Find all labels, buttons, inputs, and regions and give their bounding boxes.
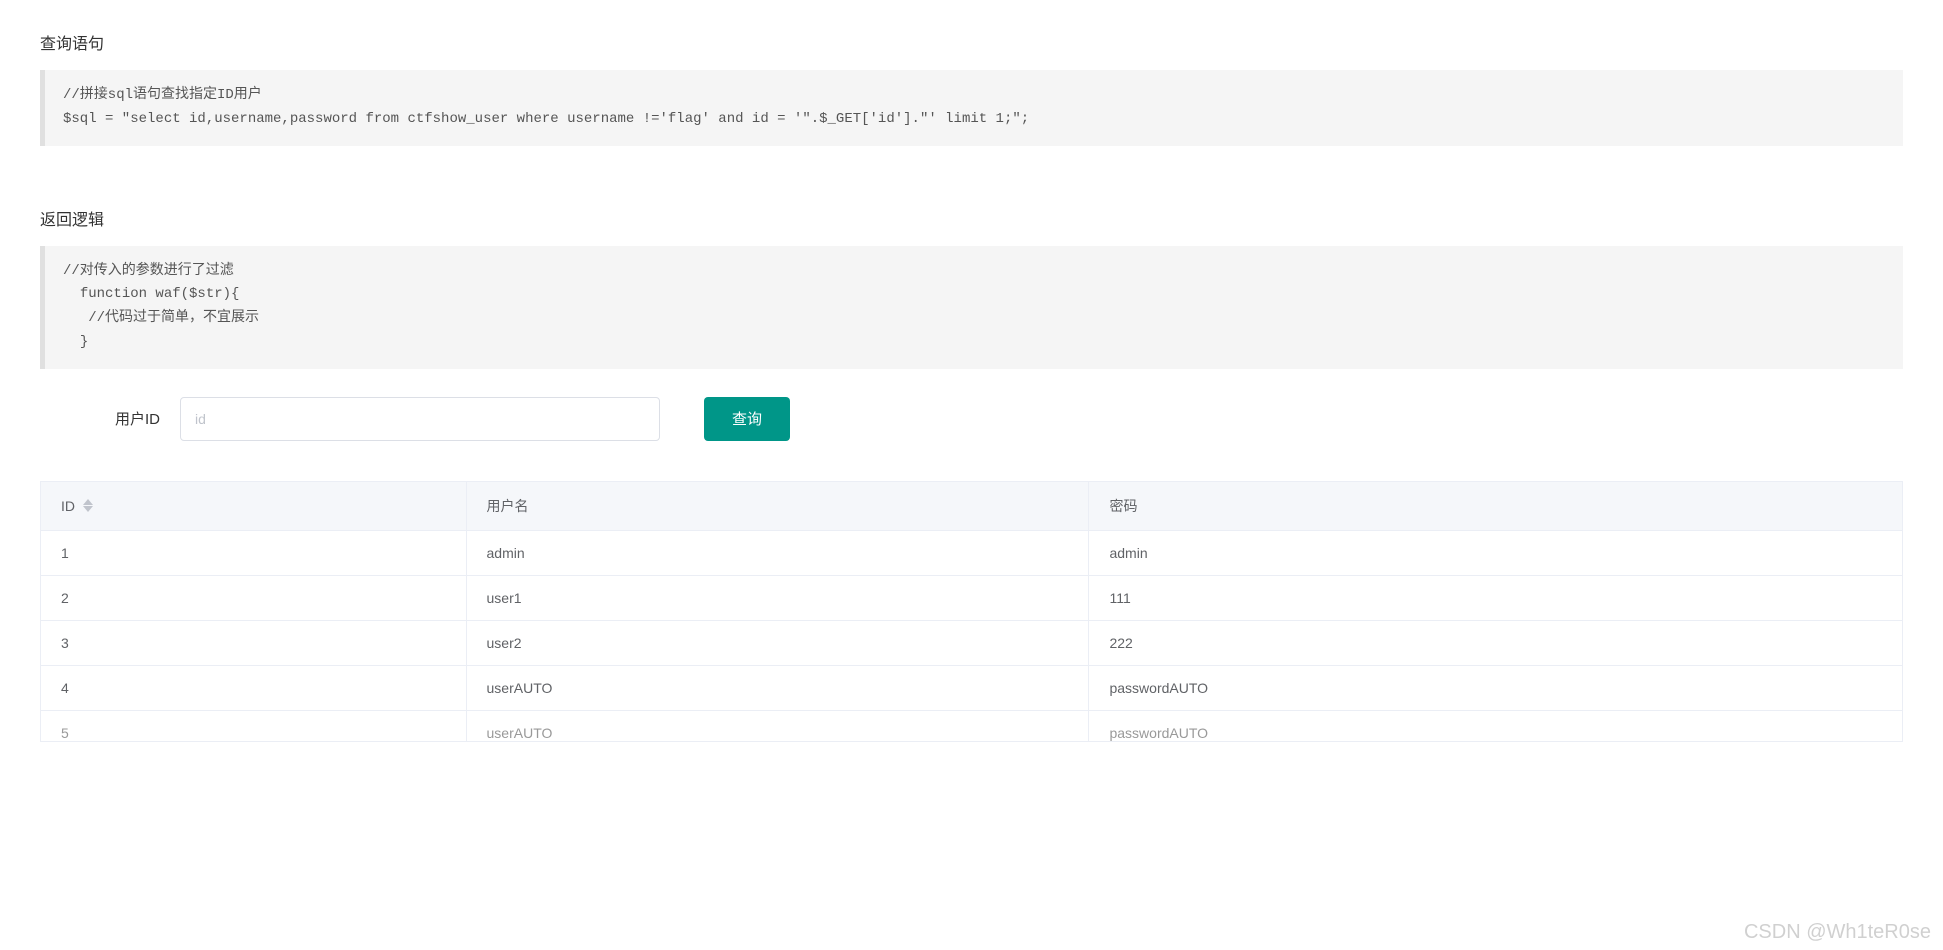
column-header-id-label: ID [61,498,75,514]
table-row: 5 userAUTO passwordAUTO [41,710,1903,741]
results-table: ID 用户名 密码 1 admin admin 2 user1 111 3 us [40,481,1903,742]
query-form: 用户ID 查询 [100,397,1903,441]
column-header-username[interactable]: 用户名 [466,481,1089,530]
cell-password: 111 [1089,575,1903,620]
table-row: 1 admin admin [41,530,1903,575]
code-block-query: //拼接sql语句查找指定ID用户 $sql = "select id,user… [40,70,1903,146]
table-row: 3 user2 222 [41,620,1903,665]
cell-id: 5 [41,710,467,741]
section-title-logic: 返回逻辑 [40,206,1903,230]
cell-password: admin [1089,530,1903,575]
table-header-row: ID 用户名 密码 [41,481,1903,530]
cell-password: passwordAUTO [1089,665,1903,710]
cell-username: user2 [466,620,1089,665]
cell-id: 1 [41,530,467,575]
user-id-input[interactable] [180,397,660,441]
cell-username: admin [466,530,1089,575]
cell-id: 3 [41,620,467,665]
column-header-id[interactable]: ID [41,481,467,530]
cell-username: user1 [466,575,1089,620]
sort-icon[interactable] [83,499,93,512]
user-id-label: 用户ID [100,408,160,429]
cell-password: 222 [1089,620,1903,665]
code-block-logic: //对传入的参数进行了过滤 function waf($str){ //代码过于… [40,246,1903,369]
section-title-query: 查询语句 [40,30,1903,54]
table-row: 2 user1 111 [41,575,1903,620]
cell-username: userAUTO [466,665,1089,710]
cell-username: userAUTO [466,710,1089,741]
column-header-password[interactable]: 密码 [1089,481,1903,530]
query-button[interactable]: 查询 [704,397,790,441]
table-row: 4 userAUTO passwordAUTO [41,665,1903,710]
cell-id: 2 [41,575,467,620]
cell-password: passwordAUTO [1089,710,1903,741]
cell-id: 4 [41,665,467,710]
watermark-text: CSDN @Wh1teR0se [1744,921,1931,944]
